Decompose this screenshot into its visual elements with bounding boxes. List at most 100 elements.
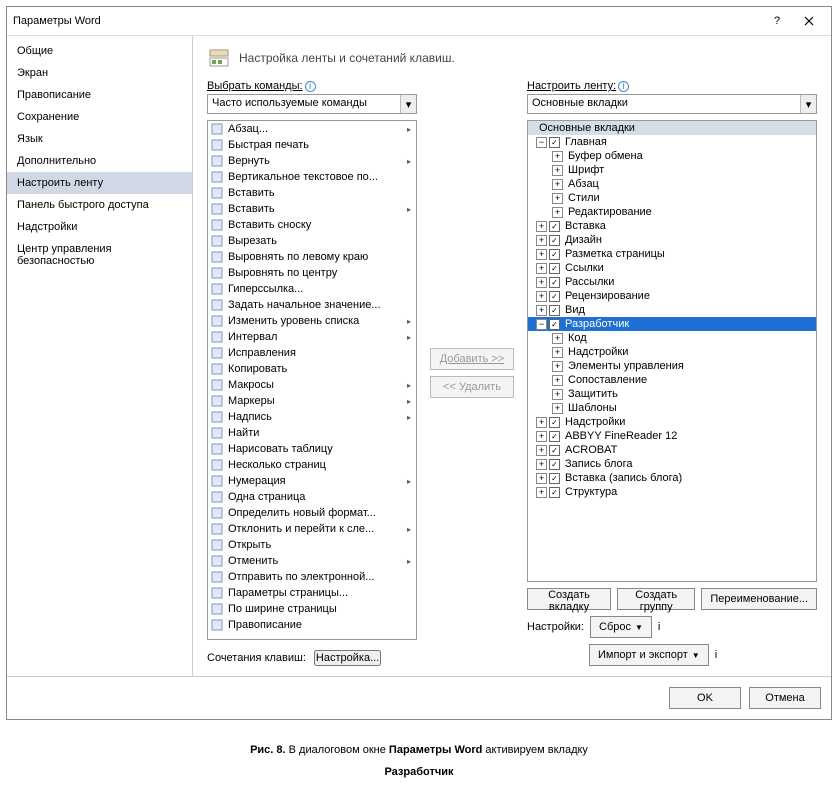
tree-toggle[interactable]: + (552, 151, 563, 162)
tree-node[interactable]: +Стили (528, 191, 816, 205)
close-button[interactable] (793, 11, 825, 31)
tree-node[interactable]: +✓Дизайн (528, 233, 816, 247)
command-item[interactable]: Отклонить и перейти к сле...▸ (208, 521, 416, 537)
tree-node[interactable]: +Буфер обмена (528, 149, 816, 163)
add-button[interactable]: Добавить >> (430, 348, 514, 370)
tree-toggle[interactable]: + (536, 235, 547, 246)
commands-listbox[interactable]: Абзац...▸Быстрая печатьВернуть▸Вертикаль… (207, 120, 417, 640)
tree-node[interactable]: +✓Рецензирование (528, 289, 816, 303)
tree-checkbox[interactable]: ✓ (549, 235, 560, 246)
tree-node[interactable]: +✓Надстройки (528, 415, 816, 429)
info-icon[interactable]: i (305, 81, 316, 92)
tree-checkbox[interactable]: ✓ (549, 417, 560, 428)
choose-commands-combo[interactable]: Часто используемые команды ▾ (207, 94, 417, 114)
command-item[interactable]: Отменить▸ (208, 553, 416, 569)
tree-node[interactable]: +✓Вид (528, 303, 816, 317)
sidebar-item[interactable]: Сохранение (7, 106, 192, 128)
tree-toggle[interactable]: + (536, 277, 547, 288)
tree-node[interactable]: +✓Вставка (528, 219, 816, 233)
tree-node[interactable]: −✓Разработчик (528, 317, 816, 331)
ok-button[interactable]: OK (669, 687, 741, 709)
tree-node[interactable]: +Редактирование (528, 205, 816, 219)
tree-header[interactable]: Основные вкладки (528, 121, 816, 135)
tree-toggle[interactable]: + (536, 249, 547, 260)
tree-node[interactable]: +✓Структура (528, 485, 816, 499)
ribbon-tree[interactable]: Основные вкладки−✓Главная+Буфер обмена+Ш… (527, 120, 817, 582)
command-item[interactable]: Вырезать (208, 233, 416, 249)
command-item[interactable]: По ширине страницы (208, 601, 416, 617)
sidebar-item[interactable]: Язык (7, 128, 192, 150)
command-item[interactable]: Открыть (208, 537, 416, 553)
command-item[interactable]: Выровнять по центру (208, 265, 416, 281)
info-icon[interactable]: i (658, 621, 660, 633)
tree-checkbox[interactable]: ✓ (549, 431, 560, 442)
customize-ribbon-combo[interactable]: Основные вкладки ▾ (527, 94, 817, 114)
tree-toggle[interactable]: + (552, 361, 563, 372)
cancel-button[interactable]: Отмена (749, 687, 821, 709)
reset-button[interactable]: Сброс▼ (590, 616, 652, 638)
command-item[interactable]: Вставить▸ (208, 201, 416, 217)
tree-toggle[interactable]: + (552, 165, 563, 176)
sidebar-item[interactable]: Настроить ленту (7, 172, 192, 194)
command-item[interactable]: Изменить уровень списка▸ (208, 313, 416, 329)
tree-node[interactable]: +✓Вставка (запись блога) (528, 471, 816, 485)
command-item[interactable]: Найти (208, 425, 416, 441)
command-item[interactable]: Нумерация▸ (208, 473, 416, 489)
tree-toggle[interactable]: + (536, 473, 547, 484)
tree-node[interactable]: +Код (528, 331, 816, 345)
tree-node[interactable]: +✓Запись блога (528, 457, 816, 471)
command-item[interactable]: Вернуть▸ (208, 153, 416, 169)
command-item[interactable]: Интервал▸ (208, 329, 416, 345)
tree-checkbox[interactable]: ✓ (549, 305, 560, 316)
command-item[interactable]: Несколько страниц (208, 457, 416, 473)
remove-button[interactable]: << Удалить (430, 376, 514, 398)
tree-toggle[interactable]: + (536, 431, 547, 442)
tree-toggle[interactable]: + (536, 221, 547, 232)
tree-node[interactable]: +✓Ссылки (528, 261, 816, 275)
tree-toggle[interactable]: + (536, 263, 547, 274)
command-item[interactable]: Правописание (208, 617, 416, 633)
command-item[interactable]: Макросы▸ (208, 377, 416, 393)
tree-toggle[interactable]: + (552, 207, 563, 218)
tree-node[interactable]: +Шаблоны (528, 401, 816, 415)
tree-checkbox[interactable]: ✓ (549, 445, 560, 456)
info-icon[interactable]: i (618, 81, 629, 92)
new-group-button[interactable]: Создать группу (617, 588, 695, 610)
tree-toggle[interactable]: + (552, 403, 563, 414)
command-item[interactable]: Копировать (208, 361, 416, 377)
tree-toggle[interactable]: + (552, 193, 563, 204)
tree-checkbox[interactable]: ✓ (549, 277, 560, 288)
customize-kb-button[interactable]: Настройка... (314, 650, 381, 666)
tree-checkbox[interactable]: ✓ (549, 291, 560, 302)
sidebar-item[interactable]: Центр управления безопасностью (7, 238, 192, 272)
command-item[interactable]: Параметры страницы... (208, 585, 416, 601)
tree-toggle[interactable]: + (536, 487, 547, 498)
sidebar-item[interactable]: Дополнительно (7, 150, 192, 172)
command-item[interactable]: Надпись▸ (208, 409, 416, 425)
help-button[interactable]: ? (761, 11, 793, 31)
new-tab-button[interactable]: Создать вкладку (527, 588, 611, 610)
tree-toggle[interactable]: + (536, 445, 547, 456)
tree-node[interactable]: +Абзац (528, 177, 816, 191)
tree-node[interactable]: +Надстройки (528, 345, 816, 359)
command-item[interactable]: Выровнять по левому краю (208, 249, 416, 265)
command-item[interactable]: Задать начальное значение... (208, 297, 416, 313)
command-item[interactable]: Нарисовать таблицу (208, 441, 416, 457)
tree-checkbox[interactable]: ✓ (549, 137, 560, 148)
sidebar-item[interactable]: Экран (7, 62, 192, 84)
tree-toggle[interactable]: + (552, 347, 563, 358)
tree-checkbox[interactable]: ✓ (549, 473, 560, 484)
command-item[interactable]: Быстрая печать (208, 137, 416, 153)
tree-checkbox[interactable]: ✓ (549, 487, 560, 498)
command-item[interactable]: Вставить сноску (208, 217, 416, 233)
tree-node[interactable]: +Шрифт (528, 163, 816, 177)
info-icon[interactable]: i (715, 649, 717, 661)
rename-button[interactable]: Переименование... (701, 588, 817, 610)
tree-toggle[interactable]: + (552, 179, 563, 190)
sidebar-item[interactable]: Панель быстрого доступа (7, 194, 192, 216)
tree-checkbox[interactable]: ✓ (549, 459, 560, 470)
tree-toggle[interactable]: + (536, 417, 547, 428)
tree-toggle[interactable]: + (536, 305, 547, 316)
import-export-button[interactable]: Импорт и экспорт▼ (589, 644, 709, 666)
tree-toggle[interactable]: − (536, 319, 547, 330)
